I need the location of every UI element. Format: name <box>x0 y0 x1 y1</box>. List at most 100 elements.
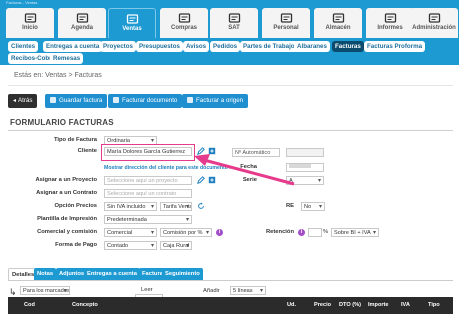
nav-tab-label: Agenda <box>70 25 93 31</box>
subnav-item-presupuestos[interactable]: Presupuestos <box>136 41 183 52</box>
read-label: Leer <box>141 287 153 293</box>
subnav-item-entregasacuenta[interactable]: Entregas a cuenta <box>43 41 103 52</box>
contract-select[interactable]: Seleccione aquí un contrato <box>104 189 192 198</box>
price-option-select[interactable]: Sin IVA incluido <box>104 202 157 211</box>
tab-entregasacuenta[interactable]: Entregas a cuenta <box>84 268 140 280</box>
subnav-item-partesdetrabajo[interactable]: Partes de Trabajo <box>240 41 298 52</box>
retention-base-select[interactable]: Sobre BI + IVA <box>331 228 379 237</box>
subnav-item-avisos[interactable]: Avisos <box>183 41 210 52</box>
subnav-item-facturas[interactable]: Facturas <box>332 41 364 52</box>
print-template-label: Plantilla de Impresión <box>37 216 97 222</box>
nav-tab-informes[interactable]: Informes <box>366 8 414 38</box>
column-header-concepto[interactable]: Concepto <box>72 302 98 308</box>
client-label: Cliente <box>77 148 97 154</box>
divider <box>8 85 453 86</box>
print-template-select[interactable]: Predeterminada <box>104 215 192 224</box>
nav-tab-inicio[interactable]: Inicio <box>6 8 54 38</box>
re-label: RE <box>285 203 294 209</box>
tab-seguimiento[interactable]: Seguimiento <box>162 268 203 280</box>
payment-method-label: Forma de Pago <box>55 242 97 248</box>
annotation-arrow <box>194 154 295 186</box>
re-select[interactable]: No <box>301 202 325 211</box>
column-header-iva[interactable]: IVA <box>401 302 410 308</box>
nav-tab-label: SAT <box>228 25 240 31</box>
subnav-item-remesas[interactable]: Remesas <box>50 53 84 64</box>
payment-method-select[interactable]: Contado <box>104 241 157 250</box>
info-icon[interactable]: i <box>298 229 305 236</box>
warehouse-icon <box>332 13 344 23</box>
nav-tab-label: Informes <box>377 25 403 31</box>
nav-tab-label: Inicio <box>22 25 38 31</box>
retention-label: Retención <box>265 229 294 235</box>
tariff-select[interactable]: Tarifa Venta 2 <box>160 202 192 211</box>
subnav-item-facturasproforma[interactable]: Facturas Proforma <box>364 41 426 52</box>
project-label: Asignar a un Proyecto <box>35 177 97 183</box>
tab-adjuntos[interactable]: Adjuntos <box>56 268 88 280</box>
nav-tab-label: Compras <box>170 25 197 31</box>
contract-label: Asignar a un Contrato <box>36 190 97 196</box>
gear-icon <box>428 13 440 23</box>
home-icon <box>24 13 36 23</box>
breadcrumb: Estás en: Ventas > Facturas <box>14 72 102 79</box>
subnav-item-proyectos[interactable]: Proyectos <box>100 41 136 52</box>
column-header-tipo[interactable]: Tipo <box>428 302 440 308</box>
divider <box>8 130 453 131</box>
subnav-item-clientes[interactable]: Clientes <box>8 41 39 52</box>
nav-tab-administracin[interactable]: Administración <box>410 8 458 38</box>
refresh-icon[interactable] <box>197 202 205 210</box>
back-button-label: Atrás <box>18 97 33 104</box>
document-icon <box>113 97 119 103</box>
back-button[interactable]: ◂ Atrás <box>8 94 38 108</box>
column-header-ud[interactable]: Ud. <box>287 302 296 308</box>
save-invoice-label: Guardar factura <box>59 97 103 104</box>
save-invoice-button[interactable]: Guardar factura <box>45 94 108 108</box>
price-option-label: Opción Precios <box>54 203 97 209</box>
nav-tab-ventas[interactable]: Ventas <box>108 8 156 38</box>
commercial-label: Comercial y comisión <box>37 229 97 235</box>
nav-tab-sat[interactable]: SAT <box>210 8 258 38</box>
retention-input[interactable] <box>308 228 322 237</box>
subnav-item-pedidos[interactable]: Pedidos <box>210 41 241 52</box>
document-icon <box>187 97 193 103</box>
invoice-document-label: Facturar documento <box>122 97 178 104</box>
column-header-dto[interactable]: DTO (%) <box>339 302 361 308</box>
column-header-precio[interactable]: Precio <box>314 302 331 308</box>
nav-tab-compras[interactable]: Compras <box>160 8 208 38</box>
column-header-cod[interactable]: Cod <box>24 302 35 308</box>
nav-tab-label: Ventas <box>122 26 142 32</box>
money-icon <box>178 13 190 23</box>
nav-tab-label: Administración <box>412 25 456 31</box>
divider <box>8 280 453 281</box>
tools-icon <box>228 13 240 23</box>
calendar-icon <box>76 13 88 23</box>
invoice-origin-button[interactable]: Facturar a origen <box>182 94 249 108</box>
nav-tab-label: Almacén <box>325 25 351 31</box>
cart-icon <box>126 14 138 24</box>
person-icon <box>280 13 292 23</box>
project-select[interactable]: Seleccione aquí un proyecto <box>104 176 192 185</box>
commission-select[interactable]: Comisión por % <box>160 228 212 237</box>
info-icon[interactable]: i <box>216 229 223 236</box>
invoice-origin-label: Facturar a origen <box>196 97 244 104</box>
form-title: FORMULARIO FACTURAS <box>10 118 114 127</box>
subnav-item-albaranes[interactable]: Albaranes <box>294 41 330 52</box>
client-highlight-box <box>101 144 195 161</box>
nav-tab-agenda[interactable]: Agenda <box>58 8 106 38</box>
add-label[interactable]: Añadir <box>203 288 220 294</box>
bank-select[interactable]: Caja Rural <box>160 241 192 250</box>
add-lines-select[interactable]: 5 líneas <box>230 286 266 295</box>
nav-tab-label: Personal <box>273 25 299 31</box>
tab-notas[interactable]: Notas <box>34 268 57 280</box>
top-note: Facturas - Ventas <box>6 0 38 5</box>
nav-tab-personal[interactable]: Personal <box>262 8 310 38</box>
invoice-document-button[interactable]: Facturar documento <box>108 94 183 108</box>
invoice-type-label: Tipo de Factura <box>53 137 97 143</box>
nav-tab-almacn[interactable]: Almacén <box>314 8 362 38</box>
commercial-select[interactable]: Comercial <box>104 228 157 237</box>
retention-unit: % <box>323 229 329 235</box>
save-icon <box>50 97 56 103</box>
chart-icon <box>384 13 396 23</box>
back-arrow-icon: ◂ <box>13 98 17 104</box>
marked-actions-select[interactable]: Para los marcados <box>20 286 70 295</box>
column-header-importe[interactable]: Importe <box>368 302 389 308</box>
